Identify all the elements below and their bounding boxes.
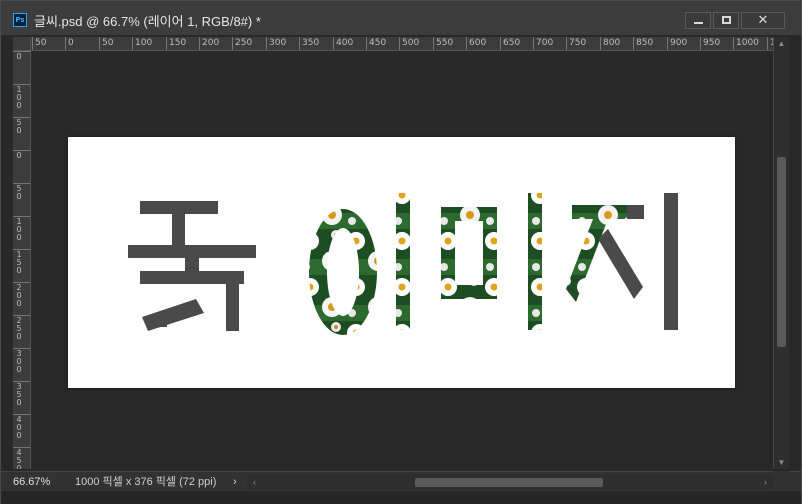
canvas-area[interactable] bbox=[31, 51, 773, 469]
horizontal-ruler[interactable]: 50 0 50 100 150 200 250 300 350 400 450 500 550 600 65… bbox=[31, 37, 773, 51]
ruler-tick bbox=[132, 37, 133, 50]
text-kkot bbox=[128, 201, 256, 331]
scroll-left-icon[interactable]: ‹ bbox=[253, 474, 256, 490]
ruler-tick bbox=[566, 37, 567, 50]
ruler-tick bbox=[32, 37, 33, 50]
ruler-tick bbox=[733, 37, 734, 50]
ruler-tick bbox=[600, 37, 601, 50]
ruler-label: 400 bbox=[16, 415, 22, 440]
ruler-label: 350 bbox=[16, 382, 22, 407]
status-bar: 66.67% 1000 픽셀 x 376 픽셀 (72 ppi) › ‹ › bbox=[1, 471, 801, 491]
ruler-label: 800 bbox=[603, 38, 621, 48]
ruler-label: 650 bbox=[503, 38, 521, 48]
ruler-tick bbox=[99, 37, 100, 50]
ruler-label: 500 bbox=[402, 38, 420, 48]
ruler-label: 200 bbox=[16, 283, 22, 308]
ruler-tick bbox=[166, 37, 167, 50]
ruler-tick bbox=[767, 37, 768, 50]
vertical-scroll-thumb[interactable] bbox=[777, 157, 786, 347]
ruler-label: 0 bbox=[16, 151, 22, 160]
ruler-label: 700 bbox=[536, 38, 554, 48]
info-menu-arrow-icon[interactable]: › bbox=[233, 474, 237, 490]
ruler-label: 600 bbox=[469, 38, 487, 48]
ruler-tick bbox=[700, 37, 701, 50]
ruler-label: 200 bbox=[202, 38, 220, 48]
ruler-label: 0 bbox=[68, 38, 74, 48]
text-imiji bbox=[309, 193, 678, 335]
ruler-tick bbox=[299, 37, 300, 50]
ruler-label: 950 bbox=[703, 38, 721, 48]
ruler-tick bbox=[266, 37, 267, 50]
ruler-label: 900 bbox=[670, 38, 688, 48]
maximize-icon bbox=[722, 16, 731, 24]
photoshop-app-icon: Ps bbox=[13, 13, 27, 27]
ruler-origin[interactable] bbox=[13, 37, 31, 51]
ruler-label: 250 bbox=[235, 38, 253, 48]
vertical-ruler[interactable]: 010050050100150200250300350400450500 bbox=[13, 51, 31, 469]
ruler-label: 1000 bbox=[736, 38, 759, 48]
ruler-label: 100 bbox=[135, 38, 153, 48]
ruler-label: 350 bbox=[302, 38, 320, 48]
ruler-label: 300 bbox=[269, 38, 287, 48]
ruler-label: 100 bbox=[16, 85, 22, 110]
ruler-tick bbox=[433, 37, 434, 50]
ruler-tick bbox=[633, 37, 634, 50]
scroll-up-icon[interactable]: ▲ bbox=[774, 39, 789, 48]
maximize-button[interactable] bbox=[713, 12, 739, 29]
ruler-label: 50 bbox=[16, 118, 22, 135]
ruler-tick bbox=[199, 37, 200, 50]
ruler-tick bbox=[500, 37, 501, 50]
ruler-label: 550 bbox=[436, 38, 454, 48]
ruler-label: 750 bbox=[569, 38, 587, 48]
ruler-label: 850 bbox=[636, 38, 654, 48]
ruler-label: 300 bbox=[16, 349, 22, 374]
ruler-label: 50 bbox=[35, 38, 47, 48]
ruler-tick bbox=[232, 37, 233, 50]
zoom-level-field[interactable]: 66.67% bbox=[13, 474, 61, 490]
ruler-tick bbox=[533, 37, 534, 50]
document-info: 1000 픽셀 x 376 픽셀 (72 ppi) bbox=[75, 476, 217, 488]
horizontal-scroll-thumb[interactable] bbox=[415, 478, 603, 487]
close-icon: ✕ bbox=[757, 12, 769, 27]
minimize-button[interactable] bbox=[685, 12, 711, 29]
document-window: Ps 글씨.psd @ 66.7% (레이어 1, RGB/8#) * ✕ 50… bbox=[0, 0, 802, 504]
ruler-label: 400 bbox=[336, 38, 354, 48]
ruler-label: 100 bbox=[16, 217, 22, 242]
ruler-tick bbox=[667, 37, 668, 50]
ruler-tick bbox=[366, 37, 367, 50]
ruler-label: 450 bbox=[369, 38, 387, 48]
scroll-right-icon[interactable]: › bbox=[764, 474, 767, 490]
vertical-scrollbar[interactable]: ▲ ▼ bbox=[773, 37, 789, 469]
ruler-label: 150 bbox=[16, 250, 22, 275]
scroll-down-icon[interactable]: ▼ bbox=[774, 458, 789, 467]
ruler-label: 50 bbox=[102, 38, 114, 48]
title-bar[interactable]: Ps 글씨.psd @ 66.7% (레이어 1, RGB/8#) * ✕ bbox=[1, 1, 801, 35]
ruler-label: 50 bbox=[16, 184, 22, 201]
ruler-label: 250 bbox=[16, 316, 22, 341]
close-button[interactable]: ✕ bbox=[741, 12, 785, 29]
window-bottom-edge bbox=[1, 492, 801, 504]
ruler-label: 0 bbox=[16, 52, 22, 61]
ruler-label: 150 bbox=[169, 38, 187, 48]
ruler-tick bbox=[65, 37, 66, 50]
minimize-icon bbox=[694, 22, 703, 24]
ruler-tick bbox=[399, 37, 400, 50]
document-title: 글씨.psd @ 66.7% (레이어 1, RGB/8#) * bbox=[34, 14, 261, 29]
ruler-tick bbox=[333, 37, 334, 50]
scrollbar-corner bbox=[773, 471, 789, 491]
ruler-tick bbox=[466, 37, 467, 50]
ruler-label: 450 bbox=[16, 448, 22, 470]
document-artwork bbox=[128, 193, 678, 335]
document-canvas[interactable] bbox=[68, 137, 735, 388]
horizontal-scrollbar[interactable]: ‹ › bbox=[247, 474, 773, 490]
